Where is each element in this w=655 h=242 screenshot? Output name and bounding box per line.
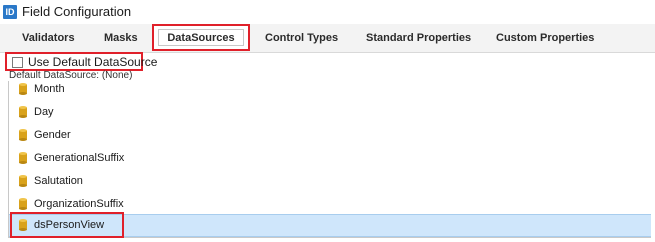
app-logo-icon: ID <box>3 5 17 19</box>
title-bar: ID Field Configuration <box>0 0 655 22</box>
database-icon <box>19 219 27 231</box>
tree-item[interactable]: GenerationalSuffix <box>9 148 651 171</box>
database-icon <box>19 83 27 95</box>
tree-item-selected[interactable]: dsPersonView <box>9 214 651 237</box>
database-icon <box>19 106 27 118</box>
tree-item-label: Day <box>34 106 54 118</box>
tree-item-label: Month <box>34 83 65 95</box>
tree-item-label: GenerationalSuffix <box>34 152 125 164</box>
window-title: Field Configuration <box>22 4 132 19</box>
tab-datasources-label: DataSources <box>158 29 244 46</box>
tree-item[interactable]: Gender <box>9 125 651 148</box>
tree-item-label: Gender <box>34 129 71 141</box>
database-icon <box>19 198 27 210</box>
database-icon <box>19 129 27 141</box>
tree-item-label: Salutation <box>34 175 83 187</box>
tree-item[interactable]: Salutation <box>9 171 651 194</box>
use-default-datasource-label[interactable]: Use Default DataSource <box>28 55 157 69</box>
tab-control-types[interactable]: Control Types <box>265 24 338 52</box>
tab-standard-properties[interactable]: Standard Properties <box>366 24 471 52</box>
tree-item[interactable]: Month <box>9 79 651 102</box>
use-default-datasource-option[interactable]: Use Default DataSource <box>5 52 157 71</box>
database-icon <box>19 175 27 187</box>
tab-masks[interactable]: Masks <box>104 24 138 52</box>
use-default-datasource-checkbox[interactable] <box>12 57 23 68</box>
tab-bar: Validators Masks Control Types Standard … <box>0 24 655 53</box>
tree-item-label: OrganizationSuffix <box>34 198 124 210</box>
tab-custom-properties[interactable]: Custom Properties <box>496 24 594 52</box>
tab-validators[interactable]: Validators <box>22 24 75 52</box>
database-icon <box>19 152 27 164</box>
tab-datasources[interactable]: DataSources <box>152 24 250 51</box>
tree-item-label: dsPersonView <box>34 219 105 231</box>
tree-item[interactable]: Day <box>9 102 651 125</box>
datasource-tree[interactable]: Month Day Gender GenerationalSuffix Salu… <box>8 81 651 238</box>
